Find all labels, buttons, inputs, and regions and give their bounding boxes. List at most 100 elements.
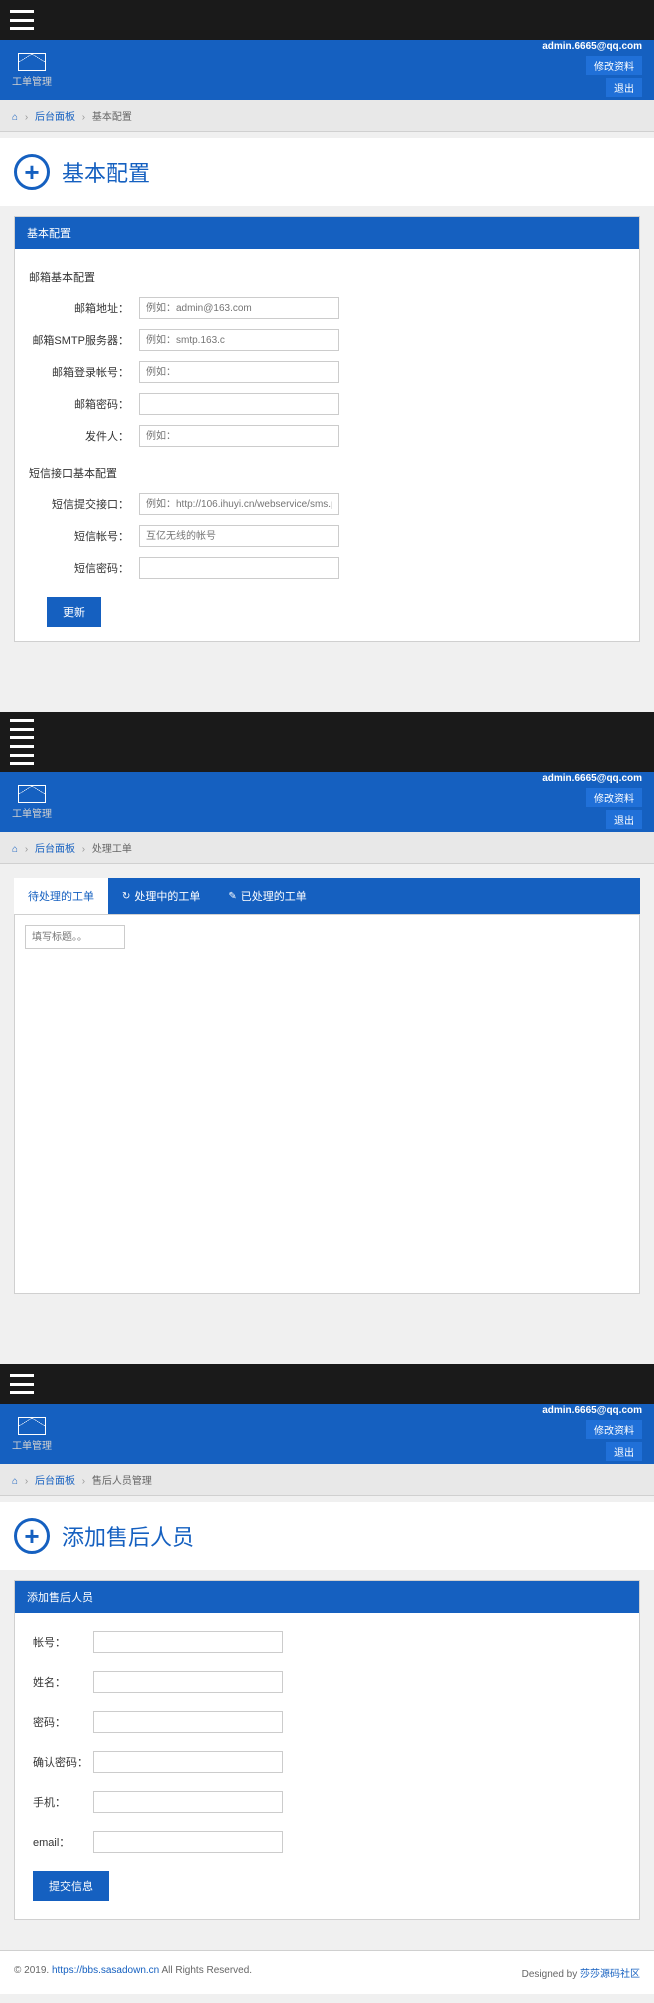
home-icon[interactable]: ⌂: [12, 844, 18, 855]
user-area: admin.6665@qq.com 修改资料 退出: [542, 41, 642, 100]
panel-body: 邮箱基本配置 邮箱地址： 邮箱SMTP服务器： 邮箱登录帐号： 邮箱密码： 发件…: [15, 249, 639, 641]
app-title: 工单管理: [12, 805, 52, 820]
page-title: 添加售后人员: [62, 1520, 194, 1552]
header: 工单管理 admin.6665@qq.com 修改资料 退出: [0, 772, 654, 832]
page-title: 基本配置: [62, 156, 150, 188]
input-name[interactable]: [93, 1671, 283, 1693]
label-account: 邮箱登录帐号：: [29, 364, 139, 380]
breadcrumb-sep: ›: [82, 112, 85, 123]
envelope-icon: [18, 53, 46, 71]
input-phone[interactable]: [93, 1791, 283, 1813]
input-account[interactable]: [139, 361, 339, 383]
breadcrumb-current: 基本配置: [92, 112, 132, 123]
edit-profile-link[interactable]: 修改资料: [586, 56, 642, 75]
breadcrumb-link[interactable]: 后台面板: [35, 1476, 75, 1487]
page-header: + 基本配置: [0, 138, 654, 206]
label-sms-api: 短信提交接口：: [29, 496, 139, 512]
breadcrumb-current: 处理工单: [92, 844, 132, 855]
copyright: © 2019.: [14, 1965, 52, 1976]
footer: © 2019. https://bbs.sasadown.cn All Righ…: [0, 1950, 654, 1994]
input-password[interactable]: [139, 393, 339, 415]
logout-link[interactable]: 退出: [606, 1442, 642, 1461]
edit-icon: ✎: [228, 891, 236, 902]
refresh-icon: ↻: [122, 891, 130, 902]
config-panel: 基本配置 邮箱基本配置 邮箱地址： 邮箱SMTP服务器： 邮箱登录帐号： 邮箱密…: [14, 216, 640, 642]
user-area: admin.6665@qq.com 修改资料 退出: [542, 773, 642, 832]
designer-link[interactable]: 莎莎源码社区: [580, 1969, 640, 1980]
user-email: admin.6665@qq.com: [542, 773, 642, 784]
tab-processing[interactable]: ↻处理中的工单: [108, 878, 214, 914]
edit-profile-link[interactable]: 修改资料: [586, 1420, 642, 1439]
hamburger-icon[interactable]: [10, 1374, 34, 1394]
top-bar: [0, 712, 654, 772]
input-sms-account[interactable]: [139, 525, 339, 547]
envelope-icon: [18, 785, 46, 803]
plus-icon[interactable]: +: [14, 154, 50, 190]
submit-button[interactable]: 提交信息: [33, 1871, 109, 1901]
breadcrumb-link[interactable]: 后台面板: [35, 844, 75, 855]
breadcrumb-link[interactable]: 后台面板: [35, 112, 75, 123]
logo-area[interactable]: 工单管理: [12, 53, 52, 88]
input-email[interactable]: [139, 297, 339, 319]
input-sms-password[interactable]: [139, 557, 339, 579]
plus-icon[interactable]: +: [14, 1518, 50, 1554]
user-area: admin.6665@qq.com 修改资料 退出: [542, 1405, 642, 1464]
top-bar: [0, 0, 654, 40]
staff-form: 帐号： 姓名： 密码： 确认密码： 手机： email： 提交信息: [15, 1613, 639, 1919]
input-account[interactable]: [93, 1631, 283, 1653]
logo-area[interactable]: 工单管理: [12, 785, 52, 820]
staff-panel: 添加售后人员 帐号： 姓名： 密码： 确认密码： 手机： email： 提交信息: [14, 1580, 640, 1920]
header: 工单管理 admin.6665@qq.com 修改资料 退出: [0, 1404, 654, 1464]
input-confirm[interactable]: [93, 1751, 283, 1773]
search-input[interactable]: [25, 925, 125, 949]
hamburger-icon[interactable]: [10, 745, 34, 765]
section-header: 邮箱基本配置: [29, 269, 625, 285]
app-title: 工单管理: [12, 73, 52, 88]
logout-link[interactable]: 退出: [606, 810, 642, 829]
breadcrumb-current: 售后人员管理: [92, 1476, 152, 1487]
label-password: 邮箱密码：: [29, 396, 139, 412]
input-sender[interactable]: [139, 425, 339, 447]
top-bar: [0, 1364, 654, 1404]
label-confirm: 确认密码：: [33, 1754, 93, 1770]
label-account: 帐号：: [33, 1634, 93, 1650]
home-icon[interactable]: ⌂: [12, 112, 18, 123]
label-sender: 发件人：: [29, 428, 139, 444]
label-password: 密码：: [33, 1714, 93, 1730]
hamburger-icon[interactable]: [10, 719, 34, 739]
label-email: email：: [33, 1834, 93, 1850]
tab-pending[interactable]: 待处理的工单: [14, 878, 108, 914]
breadcrumb: ⌂ › 后台面板 › 处理工单: [0, 832, 654, 864]
breadcrumb: ⌂ › 后台面板 › 基本配置: [0, 100, 654, 132]
update-button[interactable]: 更新: [47, 597, 101, 627]
logout-link[interactable]: 退出: [606, 78, 642, 97]
input-smtp[interactable]: [139, 329, 339, 351]
label-sms-password: 短信密码：: [29, 560, 139, 576]
tab-done[interactable]: ✎已处理的工单: [214, 878, 320, 914]
label-smtp: 邮箱SMTP服务器：: [29, 332, 139, 348]
breadcrumb-sep: ›: [25, 112, 28, 123]
ticket-tabs: 待处理的工单 ↻处理中的工单 ✎已处理的工单: [14, 878, 640, 914]
hamburger-icon[interactable]: [10, 10, 34, 30]
input-sms-api[interactable]: [139, 493, 339, 515]
user-email: admin.6665@qq.com: [542, 41, 642, 52]
ticket-list: [14, 914, 640, 1294]
logo-area[interactable]: 工单管理: [12, 1417, 52, 1452]
envelope-icon: [18, 1417, 46, 1435]
panel-header: 基本配置: [15, 217, 639, 249]
label-sms-account: 短信帐号：: [29, 528, 139, 544]
page-header: + 添加售后人员: [0, 1502, 654, 1570]
edit-profile-link[interactable]: 修改资料: [586, 788, 642, 807]
label-name: 姓名：: [33, 1674, 93, 1690]
header: 工单管理 admin.6665@qq.com 修改资料 退出: [0, 40, 654, 100]
footer-link[interactable]: https://bbs.sasadown.cn: [52, 1965, 159, 1976]
input-email[interactable]: [93, 1831, 283, 1853]
app-title: 工单管理: [12, 1437, 52, 1452]
home-icon[interactable]: ⌂: [12, 1476, 18, 1487]
section-header: 短信接口基本配置: [29, 465, 625, 481]
panel-header: 添加售后人员: [15, 1581, 639, 1613]
breadcrumb: ⌂ › 后台面板 › 售后人员管理: [0, 1464, 654, 1496]
user-email: admin.6665@qq.com: [542, 1405, 642, 1416]
input-password[interactable]: [93, 1711, 283, 1733]
label-phone: 手机：: [33, 1794, 93, 1810]
